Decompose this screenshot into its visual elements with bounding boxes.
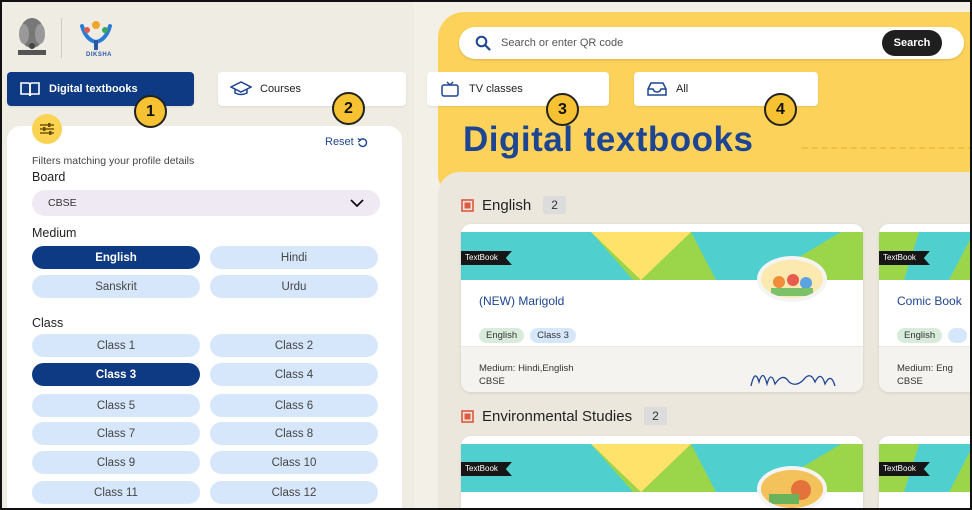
annotation-badge-2: 2	[332, 92, 365, 125]
chevron-down-icon	[350, 199, 364, 207]
card-chips: English Class 3	[479, 328, 576, 343]
national-emblem-icon	[18, 18, 46, 55]
card-board: CBSE	[897, 376, 923, 387]
card-type-tag: TextBook	[879, 462, 930, 476]
filter-toggle-button[interactable]	[32, 114, 62, 144]
class-chip-12[interactable]: Class 12	[210, 481, 378, 504]
class-chip-5[interactable]: Class 5	[32, 394, 200, 417]
class-chip-9[interactable]: Class 9	[32, 451, 200, 474]
search-button[interactable]: Search	[882, 30, 942, 56]
annotation-badge-3: 3	[546, 93, 579, 126]
textbook-card[interactable]: TextBook	[879, 436, 970, 508]
card-type-tag: TextBook	[461, 251, 512, 265]
card-title[interactable]: (NEW) Marigold	[479, 294, 564, 308]
card-chip-medium: English	[897, 328, 943, 343]
class-chip-1[interactable]: Class 1	[32, 334, 200, 357]
medium-chip-sanskrit[interactable]: Sanskrit	[32, 275, 200, 298]
board-select[interactable]: CBSE	[32, 190, 380, 216]
class-chip-2[interactable]: Class 2	[210, 334, 378, 357]
section-count: 2	[644, 407, 667, 425]
tray-icon	[647, 82, 667, 96]
book-cover-thumbnail	[757, 256, 827, 302]
filter-note: Filters matching your profile details	[32, 155, 195, 167]
class-chip-3[interactable]: Class 3	[32, 363, 200, 386]
medium-chip-english[interactable]: English	[32, 246, 200, 269]
tv-icon	[441, 81, 459, 97]
tab-digital-textbooks[interactable]: Digital textbooks	[7, 72, 194, 106]
medium-chip-hindi[interactable]: Hindi	[210, 246, 378, 269]
book-icon	[461, 409, 474, 423]
book-cover-thumbnail	[757, 466, 827, 508]
annotation-badge-1: 1	[134, 95, 167, 128]
reset-label: Reset	[325, 136, 354, 148]
textbook-card[interactable]: TextBook Comic Book English Medium: Eng …	[879, 224, 970, 392]
class-chip-8[interactable]: Class 8	[210, 422, 378, 445]
board-value: CBSE	[48, 197, 77, 209]
class-chip-4[interactable]: Class 4	[210, 363, 378, 386]
section-title: Environmental Studies	[482, 407, 633, 425]
tab-label: All	[676, 83, 689, 95]
textbook-card[interactable]: TextBook (NEW) Marigold English Class 3 …	[461, 224, 863, 392]
search-icon	[475, 35, 491, 51]
card-medium: Medium: Hindi,English	[479, 363, 574, 374]
tab-label: TV classes	[469, 83, 523, 95]
class-chip-6[interactable]: Class 6	[210, 394, 378, 417]
card-chip-medium: English	[479, 328, 525, 343]
card-chip-class: Class 3	[530, 328, 576, 343]
reset-icon	[357, 137, 367, 147]
section-heading-environmental-studies: Environmental Studies 2	[461, 407, 667, 425]
app-frame: DIKSHA Search Digital textbooks Courses …	[0, 0, 972, 510]
card-chip-class	[948, 328, 968, 343]
textbook-card[interactable]: TextBook	[461, 436, 863, 508]
annotation-badge-4: 4	[764, 93, 797, 126]
book-icon	[20, 82, 40, 97]
search-bar: Search	[459, 27, 964, 59]
decorative-dashed-line	[802, 147, 970, 149]
graduation-cap-icon	[230, 81, 252, 96]
page-title: Digital textbooks	[463, 120, 754, 159]
board-label: Board	[32, 170, 66, 184]
section-count: 2	[543, 196, 566, 214]
card-board: CBSE	[479, 376, 505, 387]
card-type-tag: TextBook	[879, 251, 930, 265]
section-title: English	[482, 196, 532, 214]
tab-courses[interactable]: Courses	[218, 72, 406, 106]
medium-chip-urdu[interactable]: Urdu	[210, 275, 378, 298]
card-chips: English	[897, 328, 968, 343]
reset-filters-link[interactable]: Reset	[325, 136, 368, 148]
class-chip-7[interactable]: Class 7	[32, 422, 200, 445]
logo-divider	[61, 18, 62, 58]
medium-label: Medium	[32, 226, 77, 240]
class-chip-11[interactable]: Class 11	[32, 481, 200, 504]
tab-label: Courses	[260, 83, 301, 95]
section-heading-english: English 2	[461, 196, 566, 214]
card-type-tag: TextBook	[461, 462, 512, 476]
class-label: Class	[32, 316, 64, 330]
book-icon	[461, 198, 474, 212]
class-chip-10[interactable]: Class 10	[210, 451, 378, 474]
card-medium: Medium: Eng	[897, 363, 953, 374]
search-input[interactable]	[501, 27, 871, 59]
tab-tv-classes[interactable]: TV classes	[427, 72, 609, 106]
handwritten-scribble	[750, 374, 836, 387]
tab-label: Digital textbooks	[49, 83, 138, 95]
card-title[interactable]: Comic Book	[897, 294, 962, 308]
diksha-logo-text: DIKSHA	[86, 52, 113, 58]
sliders-icon	[40, 123, 54, 135]
